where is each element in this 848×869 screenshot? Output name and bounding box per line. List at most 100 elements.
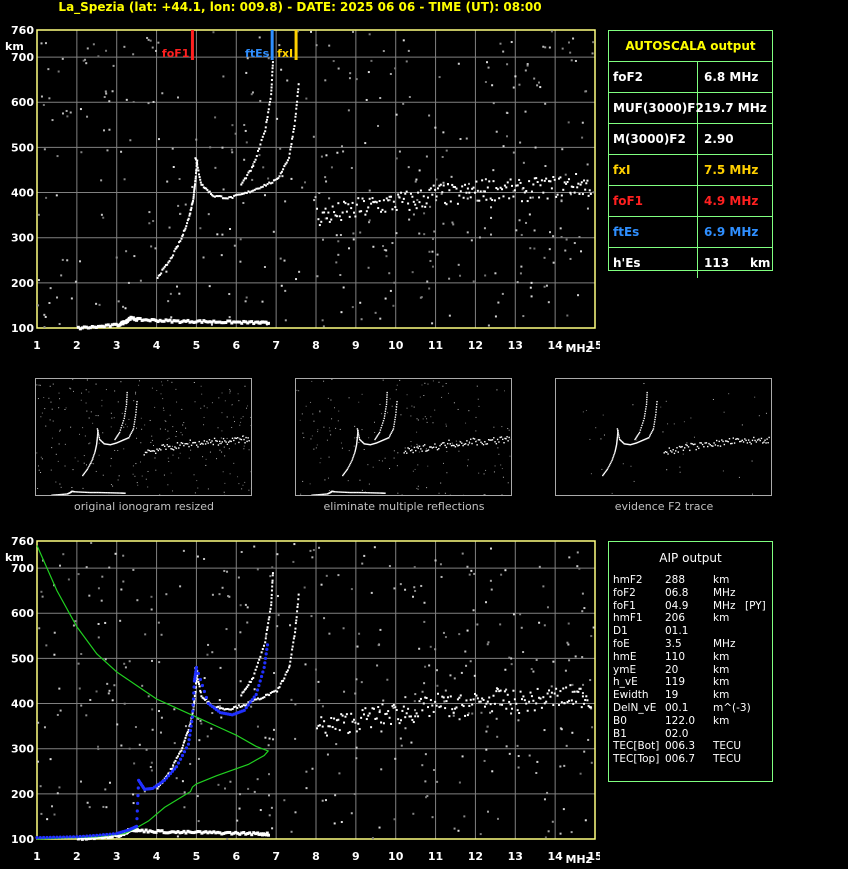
thumb-echo [416,446,418,448]
thumb-noise [203,424,205,426]
noise-dot [128,660,131,663]
noise-dot [173,708,176,711]
echo-point [378,711,381,714]
thumb-noise [395,389,397,391]
thumb-noise [396,465,398,467]
echo-point [328,725,331,728]
thumb-echo [728,438,731,440]
noise-dot [449,674,452,677]
echo-point [550,187,553,190]
x-tick-label: 11 [428,850,443,863]
aip-trace-point [91,834,96,838]
noise-dot [102,805,105,808]
thumb-echo [653,423,655,425]
echo-point [370,202,373,205]
echo-point [579,183,582,186]
echo-point [584,699,587,702]
thumb-echo [219,440,221,443]
thumb-echo [692,443,695,446]
echo-point [320,716,323,719]
echo-point [543,179,546,182]
thumb-noise [72,379,74,381]
thumb-echo [744,438,746,440]
echo-point [398,722,401,725]
noise-dot [378,826,381,829]
thumb-echo [118,431,121,434]
noise-dot [148,211,151,214]
thumb-noise [89,442,91,444]
noise-dot [207,643,210,646]
thumb-noise [600,438,602,440]
echo-point [262,132,265,135]
thumb-echo [750,443,752,445]
noise-dot [423,601,426,604]
thumb-echo [74,491,76,493]
noise-dot [228,316,231,319]
thumb-noise [223,446,225,448]
thumb-echo [368,492,371,494]
echo-point [573,191,576,194]
echo-point [398,196,401,199]
echo-point [478,199,481,202]
thumb-echo [133,423,135,425]
echo-point [560,701,563,704]
noise-dot [428,664,431,667]
noise-dot [522,161,525,164]
echo-point [190,206,193,209]
noise-dot [80,151,83,154]
thumb-echo [213,437,216,440]
noise-dot [592,626,595,629]
thumb-echo [319,493,321,496]
aip-name: hmF2 [613,574,643,586]
thumb-echo [160,449,162,451]
noise-dot [43,313,46,316]
thumb-noise [49,385,51,387]
thumb-noise [52,383,54,385]
echo-point [555,687,558,690]
thumb-noise [426,418,428,420]
thumb-noise [159,493,161,495]
echo-point [348,215,351,218]
thumb-noise [404,447,406,449]
thumb-echo [764,439,766,441]
thumb-noise [438,381,440,383]
echo-point [241,181,244,184]
thumb-echo [340,491,343,493]
thumb-echo [395,408,397,411]
autoscala-value: 113 km [704,256,771,270]
x-tick-label: 5 [193,339,201,352]
aip-trace-point [265,647,269,651]
thumb-noise [475,416,477,418]
echo-point [288,152,291,155]
thumb-echo [93,453,95,456]
thumb-noise [229,388,231,390]
echo-point [382,199,385,202]
thumb-echo [732,437,735,439]
noise-dot [208,285,211,288]
echo-point [195,158,198,161]
aip-trace-point [204,695,208,700]
thumb-echo [691,443,694,445]
noise-dot [431,250,434,253]
thumb-noise [164,428,166,430]
aip-row: foE 3.5 MHz [609,638,772,651]
echo-point [285,161,288,164]
noise-dot [117,300,120,303]
noise-dot [564,173,567,176]
echo-point [427,196,430,199]
echo-point [173,250,176,253]
echo-point [174,247,177,250]
noise-dot [571,690,574,693]
thumb-noise [64,465,66,467]
noise-dot [466,565,469,568]
echo-point [270,589,273,592]
echo-point [546,197,549,200]
thumb-noise [71,487,73,489]
thumb-echo [156,448,158,450]
thumb-echo [667,453,669,455]
autoscala-key: h'Es [609,248,698,278]
echo-point [502,195,505,198]
echo-point [270,604,273,607]
thumb-echo [172,449,175,451]
noise-dot [500,573,503,576]
